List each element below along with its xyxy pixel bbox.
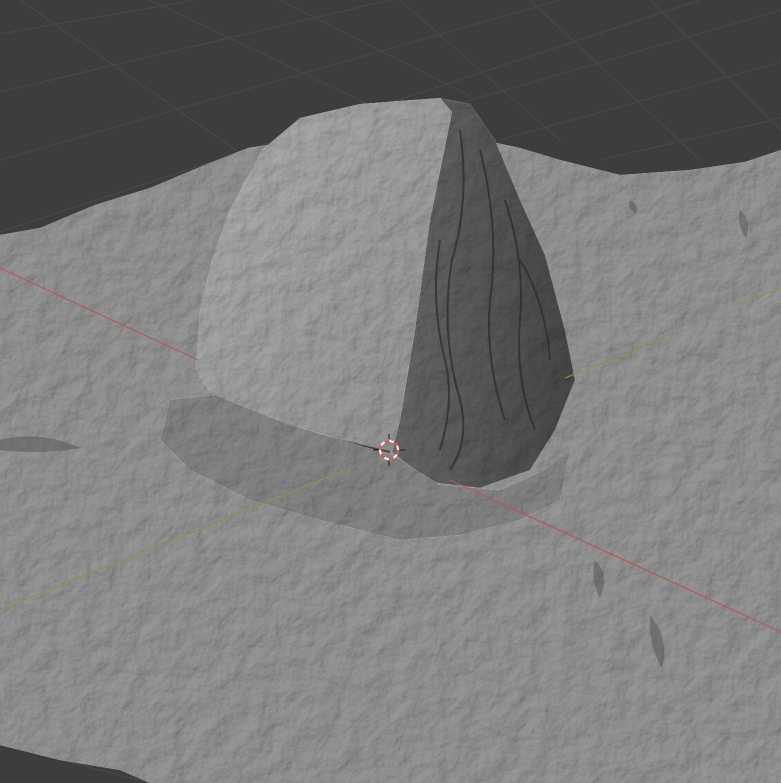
viewport-canvas[interactable] [0,0,781,783]
3d-viewport[interactable] [0,0,781,783]
